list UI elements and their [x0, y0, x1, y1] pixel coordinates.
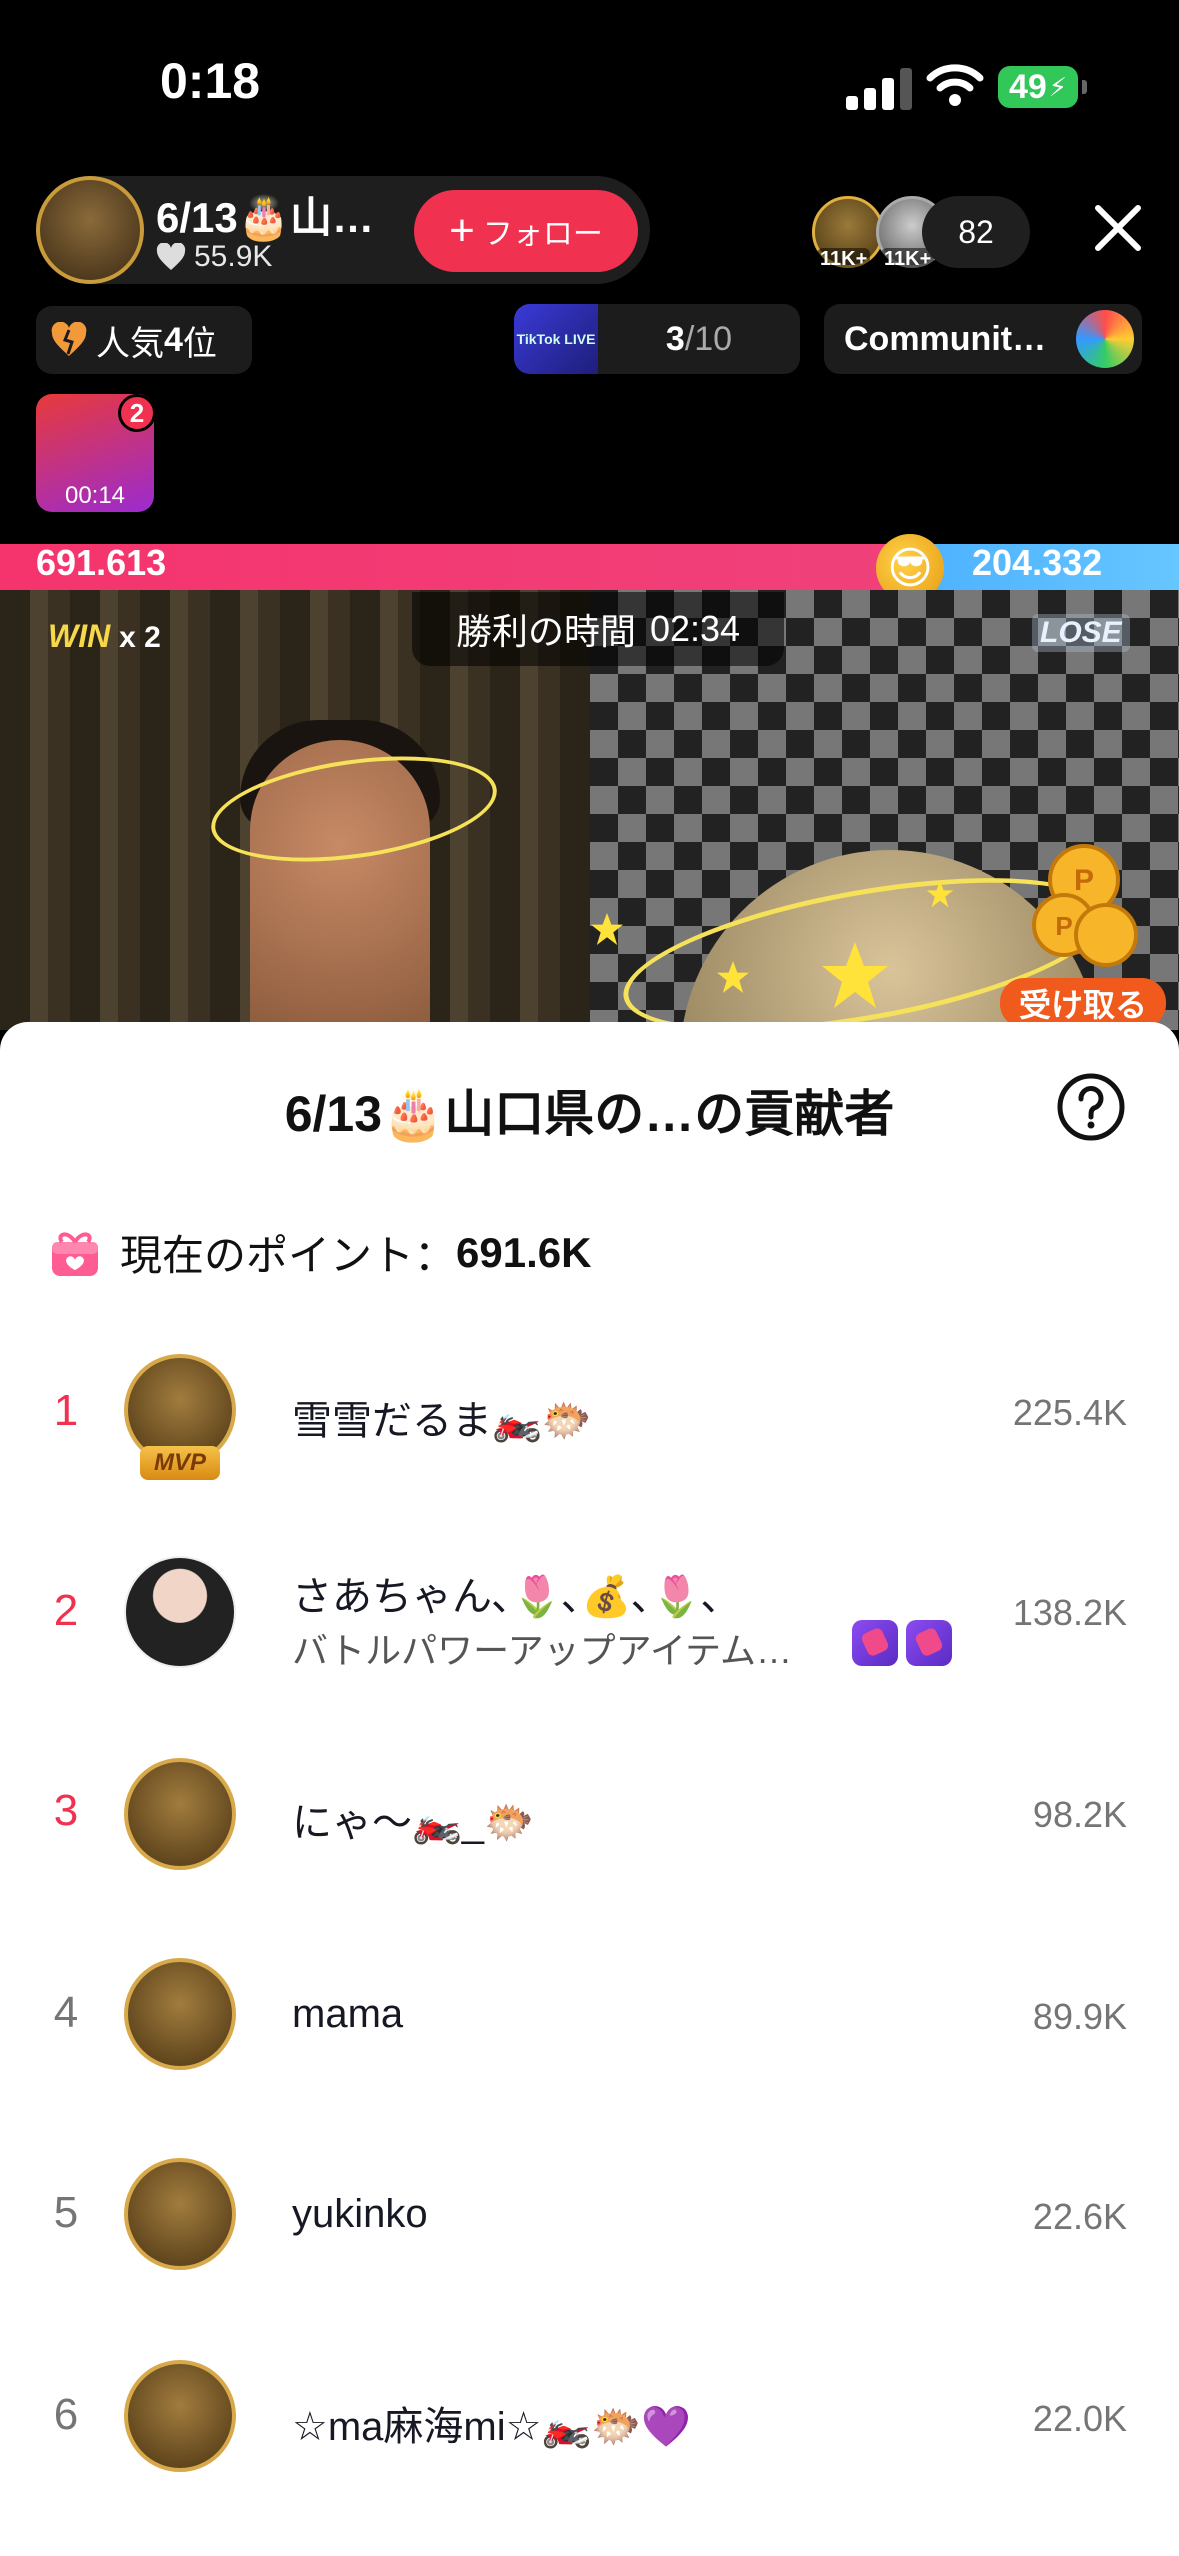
contributor-name-6[interactable]: ☆ma麻海mi☆🏍️🐡💜	[292, 2394, 691, 2452]
host-likes-count: 55.9K	[194, 240, 273, 273]
contributor-name-2[interactable]: さあちゃん､🌷､💰､🌷､	[292, 1564, 721, 1622]
contributor-avatar-6[interactable]	[124, 2360, 236, 2472]
contributor-avatar-4[interactable]	[124, 1958, 236, 2070]
tiktok-live-progress-pill[interactable]: TikTok LIVE 3/10	[514, 304, 800, 374]
contributor-subtitle-2: バトルパワーアップアイテム…	[292, 1630, 793, 1671]
row-rank-3: 3	[53, 1786, 79, 1835]
heart-icon	[156, 243, 186, 270]
gift-timer: 00:14	[64, 482, 126, 509]
star-icon	[822, 942, 888, 1008]
contributor-score-1: 225.4K	[1012, 1392, 1127, 1433]
cellular-signal-icon	[846, 68, 912, 110]
host-name[interactable]: 6/13🎂山…	[156, 184, 406, 245]
follow-label: フォロー	[482, 218, 603, 251]
svg-text:P: P	[1055, 911, 1072, 941]
contributor-name-1[interactable]: 雪雪だるま🏍️🐡	[292, 1388, 592, 1446]
battery-indicator: 49 ⚡	[998, 66, 1087, 108]
left-score: 691.613	[36, 542, 167, 583]
tiktok-live-icon: TikTok LIVE	[514, 304, 598, 374]
host-likes: 55.9K	[156, 240, 272, 274]
lose-label: LOSE	[1032, 614, 1130, 652]
current-points: 現在のポイント： 691.6K	[48, 1222, 591, 1283]
host-avatar[interactable]	[36, 176, 144, 284]
rank-suffix: 位	[182, 324, 217, 363]
contributor-score-2: 138.2K	[1012, 1592, 1127, 1633]
viewer-count[interactable]: 82	[922, 196, 1030, 268]
timer-label: 勝利の時間	[455, 611, 636, 652]
contributor-avatar-2[interactable]	[124, 1556, 236, 1668]
plus-icon: +	[449, 206, 475, 255]
community-icon	[1076, 310, 1134, 368]
community-pill[interactable]: Communit…	[824, 304, 1142, 374]
viewer-badge-1: 11K+	[817, 248, 871, 271]
broken-heart-icon	[51, 322, 87, 356]
wifi-icon	[926, 64, 984, 106]
contributor-name-3[interactable]: にゃ〜🏍️_🐡	[292, 1790, 534, 1848]
contributor-name-4[interactable]: mama	[292, 1992, 403, 2037]
contributor-avatar-3[interactable]	[124, 1758, 236, 1870]
row-rank-1: 1	[53, 1386, 79, 1435]
right-score: 204.332	[972, 542, 1103, 583]
close-icon[interactable]	[1090, 200, 1146, 256]
battery-level: 49	[1008, 67, 1047, 106]
tiktok-progress: 3/10	[598, 320, 800, 359]
contributor-score-6: 22.0K	[1032, 2398, 1127, 2439]
row-rank-6: 6	[53, 2390, 79, 2439]
contributor-score-3: 98.2K	[1032, 1794, 1127, 1835]
battle-timer: 勝利の時間 02:34	[412, 592, 784, 666]
gift-count-badge: 2	[118, 394, 156, 432]
coin-reward-icon[interactable]: P P	[1024, 840, 1144, 980]
timer-value: 02:34	[649, 608, 741, 649]
rank-prefix: 人気	[96, 324, 164, 363]
svg-text:P: P	[1074, 864, 1094, 897]
row-rank-2: 2	[53, 1586, 79, 1635]
win-count: x 2	[119, 621, 161, 654]
star-icon	[926, 880, 954, 908]
contributor-score-5: 22.6K	[1032, 2196, 1127, 2237]
viewer-badge-2: 11K+	[881, 248, 935, 271]
win-streak-label: WIN x 2	[48, 618, 161, 655]
help-icon[interactable]	[1056, 1072, 1126, 1142]
follow-button[interactable]: + フォロー	[414, 190, 638, 272]
top-viewer-avatar-1[interactable]: 11K+	[812, 196, 884, 271]
progress-total: /10	[684, 319, 733, 358]
community-label: Communit…	[844, 319, 1047, 358]
sheet-title: 6/13🎂山口県の…の貢献者	[284, 1086, 895, 1142]
star-icon	[716, 960, 750, 994]
popularity-rank-pill[interactable]: 人気 4 位	[36, 306, 252, 374]
receive-button[interactable]: 受け取る	[1000, 978, 1166, 1028]
gift-icon	[52, 1232, 98, 1276]
contributor-avatar-5[interactable]	[124, 2158, 236, 2270]
row-rank-4: 4	[53, 1988, 79, 2037]
power-up-item-icon	[906, 1620, 952, 1666]
contributor-name-5[interactable]: yukinko	[292, 2192, 428, 2237]
points-value: 691.6K	[456, 1228, 592, 1276]
progress-current: 3	[665, 319, 685, 358]
mvp-badge: MVP	[140, 1446, 220, 1480]
star-icon	[590, 912, 624, 946]
rank-number: 4	[164, 320, 183, 359]
win-word: WIN	[48, 618, 111, 654]
charging-bolt-icon: ⚡	[1048, 71, 1068, 102]
row-rank-5: 5	[53, 2188, 79, 2237]
power-up-item-icon	[852, 1620, 898, 1666]
contributor-score-4: 89.9K	[1032, 1996, 1127, 2037]
status-time: 0:18	[160, 53, 261, 109]
points-label: 現在のポイント：	[120, 1232, 457, 1279]
